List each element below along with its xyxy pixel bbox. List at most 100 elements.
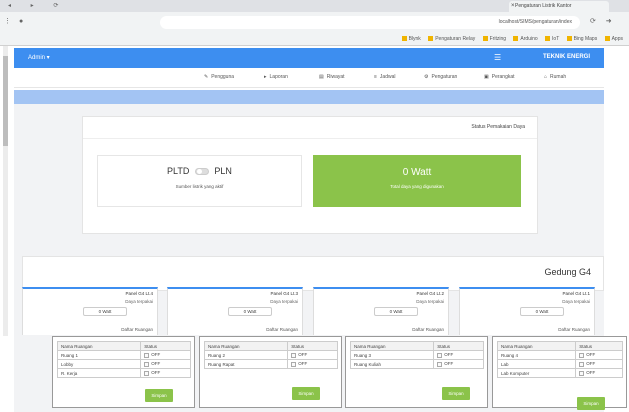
- close-icon[interactable]: ×: [511, 3, 515, 9]
- menu-item-users[interactable]: ✎ Pengguna: [204, 74, 234, 80]
- bookmark-item[interactable]: Bing Maps: [566, 36, 597, 42]
- menu-toggle-icon[interactable]: ☰: [494, 53, 501, 62]
- power-usage-card: 0 Watt Total daya yang digunakan: [313, 155, 521, 207]
- save-button[interactable]: Simpan: [442, 387, 470, 400]
- panel-value: 0 Watt: [374, 307, 418, 316]
- checkbox-icon[interactable]: [144, 352, 150, 358]
- source-toggle[interactable]: [194, 168, 209, 176]
- bookmark-item[interactable]: Pengaturan Relay: [428, 36, 475, 42]
- checkbox-icon[interactable]: [144, 361, 150, 367]
- status-cell[interactable]: OFF: [140, 350, 191, 360]
- source-pltd-label: PLTD: [167, 166, 190, 176]
- scrollbar-thumb[interactable]: [3, 56, 8, 146]
- table-row: Ruang 1 OFF: [56, 350, 191, 360]
- panel-label: Daya terpakai: [125, 299, 153, 304]
- panel-label: Daya terpakai: [416, 299, 444, 304]
- panel-card: Panel G4 Lt.2 Daya terpakai 0 Watt Dafta…: [313, 287, 449, 335]
- table-row: Lab Komputer OFF: [496, 368, 623, 378]
- room-table: Nama Ruangan Status Ruang 1 OFF Lobby OFF R…: [56, 341, 191, 378]
- status-cell[interactable]: OFF: [140, 368, 191, 378]
- checkbox-icon[interactable]: [144, 370, 150, 376]
- page-scrollbar[interactable]: [3, 46, 8, 336]
- panel-label: Daya terpakai: [562, 299, 590, 304]
- folder-icon: [545, 36, 551, 42]
- bookmark-item[interactable]: Fritzing: [482, 36, 506, 42]
- room-table-card: Nama Ruangan Status Ruang 2 OFF Ruang Rapa…: [199, 336, 342, 408]
- panel-title: Panel G4 Lt.4: [125, 291, 153, 296]
- save-button[interactable]: Simpan: [145, 389, 173, 402]
- status-cell[interactable]: OFF: [433, 350, 484, 360]
- panel-value: 0 Watt: [228, 307, 272, 316]
- panel-title: Panel G4 Lt.1: [562, 291, 590, 296]
- status-cell[interactable]: OFF: [287, 359, 338, 369]
- panel-title: Panel G4 Lt.3: [270, 291, 298, 296]
- status-cell[interactable]: OFF: [433, 359, 484, 369]
- menu-item-history[interactable]: ▤ Riwayat: [319, 74, 345, 80]
- checkbox-icon[interactable]: [437, 352, 443, 358]
- browser-tab[interactable]: × Pengaturan Listrik Kantor: [509, 1, 609, 12]
- menu-dots-icon[interactable]: ⋮ ●: [4, 17, 26, 25]
- checkbox-icon[interactable]: [579, 352, 585, 358]
- top-navbar: Admin ▾ ☰ TEKNIK ENERGI: [14, 48, 604, 68]
- room-table: Nama Ruangan Status Ruang 4 OFF Lab OFF Lab…: [496, 341, 623, 378]
- table-row: Ruang 3 OFF: [349, 350, 484, 360]
- menu-item-settings[interactable]: ⚙ Pengaturan: [424, 74, 457, 80]
- source-caption: Sumber listrik yang aktif: [175, 184, 224, 189]
- checkbox-icon[interactable]: [579, 361, 585, 367]
- building-title: Gedung G4: [544, 267, 591, 277]
- room-list-label: Daftar Ruangan: [558, 327, 590, 332]
- bookmark-item[interactable]: IoT: [545, 36, 559, 42]
- brand-title: TEKNIK ENERGI: [542, 54, 590, 60]
- folder-icon: [513, 36, 519, 42]
- status-cell[interactable]: OFF: [575, 359, 623, 369]
- folder-icon: [428, 36, 434, 42]
- column-header-name: Nama Ruangan: [496, 341, 577, 351]
- status-cell[interactable]: OFF: [575, 368, 623, 378]
- address-bar-area: ⋮ ● localhost/SIMS/pengaturan/index ⟳ ➜: [0, 12, 629, 34]
- panel-value: 0 Watt: [83, 307, 127, 316]
- user-menu[interactable]: Admin ▾: [28, 54, 50, 61]
- column-header-status: Status: [433, 341, 484, 351]
- table-row: Lab OFF: [496, 359, 623, 369]
- save-button[interactable]: Simpan: [292, 387, 320, 400]
- browser-tab-bar: ◂ ▸ ⟳ × Pengaturan Listrik Kantor: [0, 0, 629, 12]
- room-table-card: Nama Ruangan Status Ruang 3 OFF Ruang Kuli…: [345, 336, 488, 408]
- column-header-status: Status: [575, 341, 623, 351]
- checkbox-icon[interactable]: [291, 352, 297, 358]
- power-value: 0 Watt: [402, 167, 432, 178]
- status-cell[interactable]: OFF: [287, 350, 338, 360]
- status-cell[interactable]: OFF: [140, 359, 191, 369]
- window-controls[interactable]: ◂ ▸ ⟳: [8, 2, 67, 9]
- menu-item-report[interactable]: ▸ Laporan: [264, 74, 288, 80]
- room-table-card: Nama Ruangan Status Ruang 1 OFF Lobby OFF R…: [52, 336, 195, 408]
- panel-card: Panel G4 Lt.3 Daya terpakai 0 Watt Dafta…: [167, 287, 303, 335]
- folder-icon: [401, 36, 407, 42]
- column-header-status: Status: [287, 341, 338, 351]
- bookmark-item[interactable]: Apps: [604, 36, 623, 42]
- checkbox-icon[interactable]: [579, 370, 585, 376]
- url-input[interactable]: localhost/SIMS/pengaturan/index: [160, 16, 580, 29]
- source-pln-label: PLN: [214, 166, 232, 176]
- save-button[interactable]: Simpan: [577, 397, 605, 410]
- menu-item-devices[interactable]: ▣ Perangkat: [484, 74, 515, 80]
- room-list-label: Daftar Ruangan: [266, 327, 298, 332]
- refresh-icon[interactable]: ⟳ ➜: [590, 17, 616, 25]
- bookmark-item[interactable]: Arduino: [513, 36, 538, 42]
- status-cell[interactable]: OFF: [575, 350, 623, 360]
- room-table-card: Nama Ruangan Status Ruang 4 OFF Lab OFF Lab…: [492, 336, 627, 410]
- folder-icon: [482, 36, 488, 42]
- checkbox-icon[interactable]: [437, 361, 443, 367]
- table-row: Ruang 2 OFF: [203, 350, 338, 360]
- tab-title: Pengaturan Listrik Kantor: [515, 3, 572, 9]
- summary-title: Status Pemakaian Daya: [83, 117, 537, 139]
- checkbox-icon[interactable]: [291, 361, 297, 367]
- power-caption: Total daya yang digunakan: [390, 184, 444, 189]
- menu-item-home[interactable]: ⌂ Rumah: [544, 74, 566, 80]
- menu-item-schedule[interactable]: ≡ Jadwal: [374, 74, 396, 80]
- column-header-status: Status: [140, 341, 191, 351]
- panel-title: Panel G4 Lt.2: [416, 291, 444, 296]
- table-row: Ruang Rapat OFF: [203, 359, 338, 369]
- bookmark-item[interactable]: Blynk: [401, 36, 421, 42]
- folder-icon: [566, 36, 572, 42]
- panel-label: Daya terpakai: [270, 299, 298, 304]
